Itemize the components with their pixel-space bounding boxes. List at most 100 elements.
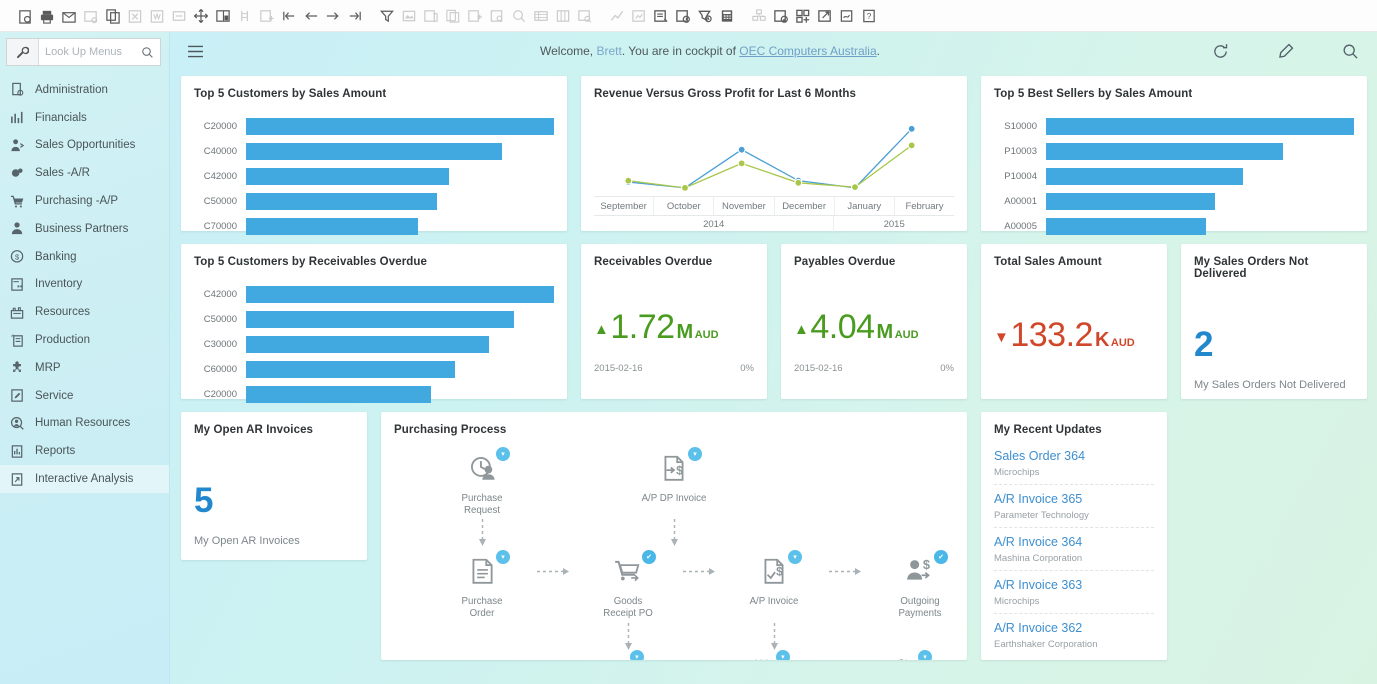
bar-value[interactable]: [1046, 193, 1215, 210]
sidebar-item-mrp[interactable]: MRP: [0, 354, 169, 382]
previous-record-icon[interactable]: [300, 5, 321, 26]
bar-value[interactable]: [1046, 118, 1354, 135]
flow-node-outgoing-payments[interactable]: $✔OutgoingPayments: [870, 553, 967, 620]
alerts-icon[interactable]: [694, 5, 715, 26]
bar-value[interactable]: [246, 361, 455, 378]
flow-node-ap-invoice[interactable]: $▾A/P Invoice: [724, 553, 824, 608]
check-badge-icon[interactable]: ✔: [642, 550, 656, 564]
query-manager-icon[interactable]: [650, 5, 671, 26]
company-link[interactable]: OEC Computers Australia: [739, 44, 876, 58]
help-icon[interactable]: ?: [858, 5, 879, 26]
chevron-down-badge-icon[interactable]: ▾: [630, 650, 644, 661]
bar-value[interactable]: [1046, 143, 1283, 160]
move-icon[interactable]: [190, 5, 211, 26]
widgets-icon[interactable]: [792, 5, 813, 26]
bar-value[interactable]: [246, 218, 418, 235]
chevron-down-badge-icon[interactable]: ▾: [496, 550, 510, 564]
print-icon[interactable]: [36, 5, 57, 26]
next-record-icon[interactable]: [322, 5, 343, 26]
chevron-down-badge-icon[interactable]: ▾: [776, 650, 790, 661]
copy-icon[interactable]: [102, 5, 123, 26]
sidebar-item-interactive-analysis[interactable]: Interactive Analysis: [0, 465, 169, 493]
recent-update-item[interactable]: A/R Invoice 365Parameter Technology: [994, 485, 1154, 528]
lookup-menus-input[interactable]: [45, 46, 141, 58]
bar-value[interactable]: [246, 168, 449, 185]
recent-update-item[interactable]: A/R Invoice 363Microchips: [994, 571, 1154, 614]
flow-node-recurring-postings[interactable]: ▾: [712, 653, 812, 661]
sidebar-item-sales-a-r[interactable]: Sales -A/R: [0, 159, 169, 187]
recent-update-item[interactable]: A/R Invoice 364Mashina Corporation: [994, 528, 1154, 571]
first-record-icon[interactable]: [278, 5, 299, 26]
wrench-icon[interactable]: [7, 39, 39, 65]
chevron-down-badge-icon[interactable]: ▾: [688, 447, 702, 461]
sidebar-item-label: Production: [35, 334, 90, 346]
bar-category-label: S10000: [994, 121, 1046, 132]
bar-value[interactable]: [1046, 168, 1243, 185]
layout-designer-icon[interactable]: [212, 5, 233, 26]
sidebar-item-business-partners[interactable]: Business Partners: [0, 215, 169, 243]
bar-value[interactable]: [246, 286, 554, 303]
dashboard-icon[interactable]: [770, 5, 791, 26]
sidebar-item-label: Resources: [35, 306, 90, 318]
refresh-icon[interactable]: [1212, 43, 1229, 60]
recent-update-title[interactable]: Sales Order 364: [994, 449, 1154, 463]
sidebar-item-human-resources[interactable]: Human Resources: [0, 410, 169, 438]
search-icon[interactable]: [141, 46, 154, 59]
search-icon[interactable]: [1342, 43, 1359, 60]
flow-node-goods-receipt-po[interactable]: ✔GoodsReceipt PO: [578, 553, 678, 620]
sidebar-item-purchasing-a-p[interactable]: Purchasing -A/P: [0, 187, 169, 215]
history-icon[interactable]: [672, 5, 693, 26]
bar-value[interactable]: [246, 118, 554, 135]
bar-category-label: C42000: [194, 289, 246, 300]
sidebar-item-resources[interactable]: Resources: [0, 298, 169, 326]
flow-node-analysis-pie[interactable]: ▾: [854, 653, 954, 661]
sidebar-item-reports[interactable]: Reports: [0, 437, 169, 465]
flow-arrow-right: [532, 553, 578, 589]
signature-icon[interactable]: [836, 5, 857, 26]
sidebar-item-sales-opportunities[interactable]: Sales Opportunities: [0, 132, 169, 160]
recent-update-item[interactable]: A/R Invoice 362Earthshaker Corporation: [994, 614, 1154, 656]
bar-track: [246, 118, 554, 135]
chevron-down-badge-icon[interactable]: ▾: [496, 447, 510, 461]
bar-value[interactable]: [246, 311, 514, 328]
last-record-icon[interactable]: [344, 5, 365, 26]
sidebar-item-production[interactable]: Production: [0, 326, 169, 354]
bar-track: [1046, 118, 1354, 135]
widget-title: Top 5 Customers by Sales Amount: [194, 88, 554, 100]
sidebar-item-service[interactable]: Service: [0, 382, 169, 410]
filter-icon[interactable]: [376, 5, 397, 26]
welcome-message: Welcome, Brett. You are in cockpit of OE…: [208, 44, 1212, 58]
sidebar-item-financials[interactable]: Financials: [0, 104, 169, 132]
recent-update-title[interactable]: A/R Invoice 362: [994, 621, 1154, 635]
document-search-icon[interactable]: [14, 5, 35, 26]
lookup-menus-field[interactable]: [39, 39, 160, 65]
bar-value[interactable]: [246, 143, 502, 160]
kpi-count: 2: [1194, 327, 1354, 362]
sidebar-item-inventory[interactable]: Inventory: [0, 271, 169, 299]
flow-node-purchase-request[interactable]: ▾PurchaseRequest: [432, 450, 532, 517]
check-badge-icon[interactable]: ✔: [934, 550, 948, 564]
bar-value[interactable]: [246, 386, 431, 403]
flow-node-ap-dp-invoice[interactable]: $▾A/P DP Invoice: [624, 450, 724, 505]
chevron-down-badge-icon[interactable]: ▾: [918, 650, 932, 661]
process-flow-diagram: ▾PurchaseRequest $▾A/P DP Invoice ▾Purchas…: [394, 450, 954, 660]
recent-update-title[interactable]: A/R Invoice 364: [994, 535, 1154, 549]
email-icon[interactable]: [58, 5, 79, 26]
edit-pencil-icon[interactable]: [1277, 43, 1294, 60]
recent-update-title[interactable]: A/R Invoice 365: [994, 492, 1154, 506]
recent-update-title[interactable]: A/R Invoice 363: [994, 578, 1154, 592]
bar-value[interactable]: [1046, 218, 1206, 235]
hamburger-menu-icon[interactable]: [182, 45, 208, 58]
sidebar-item-banking[interactable]: $Banking: [0, 243, 169, 271]
sidebar-item-administration[interactable]: Administration: [0, 76, 169, 104]
chevron-down-badge-icon[interactable]: ▾: [788, 550, 802, 564]
bar-value[interactable]: [246, 336, 489, 353]
launch-icon[interactable]: [814, 5, 835, 26]
sidebar-item-label: Banking: [35, 251, 77, 263]
bar-value[interactable]: [246, 193, 437, 210]
flow-node-purchase-order[interactable]: ▾PurchaseOrder: [432, 553, 532, 620]
calculator-icon[interactable]: [716, 5, 737, 26]
flow-node-goods-return[interactable]: ▾: [566, 653, 666, 661]
bar-row: C70000: [194, 216, 554, 236]
recent-update-item[interactable]: Sales Order 364Microchips: [994, 442, 1154, 485]
